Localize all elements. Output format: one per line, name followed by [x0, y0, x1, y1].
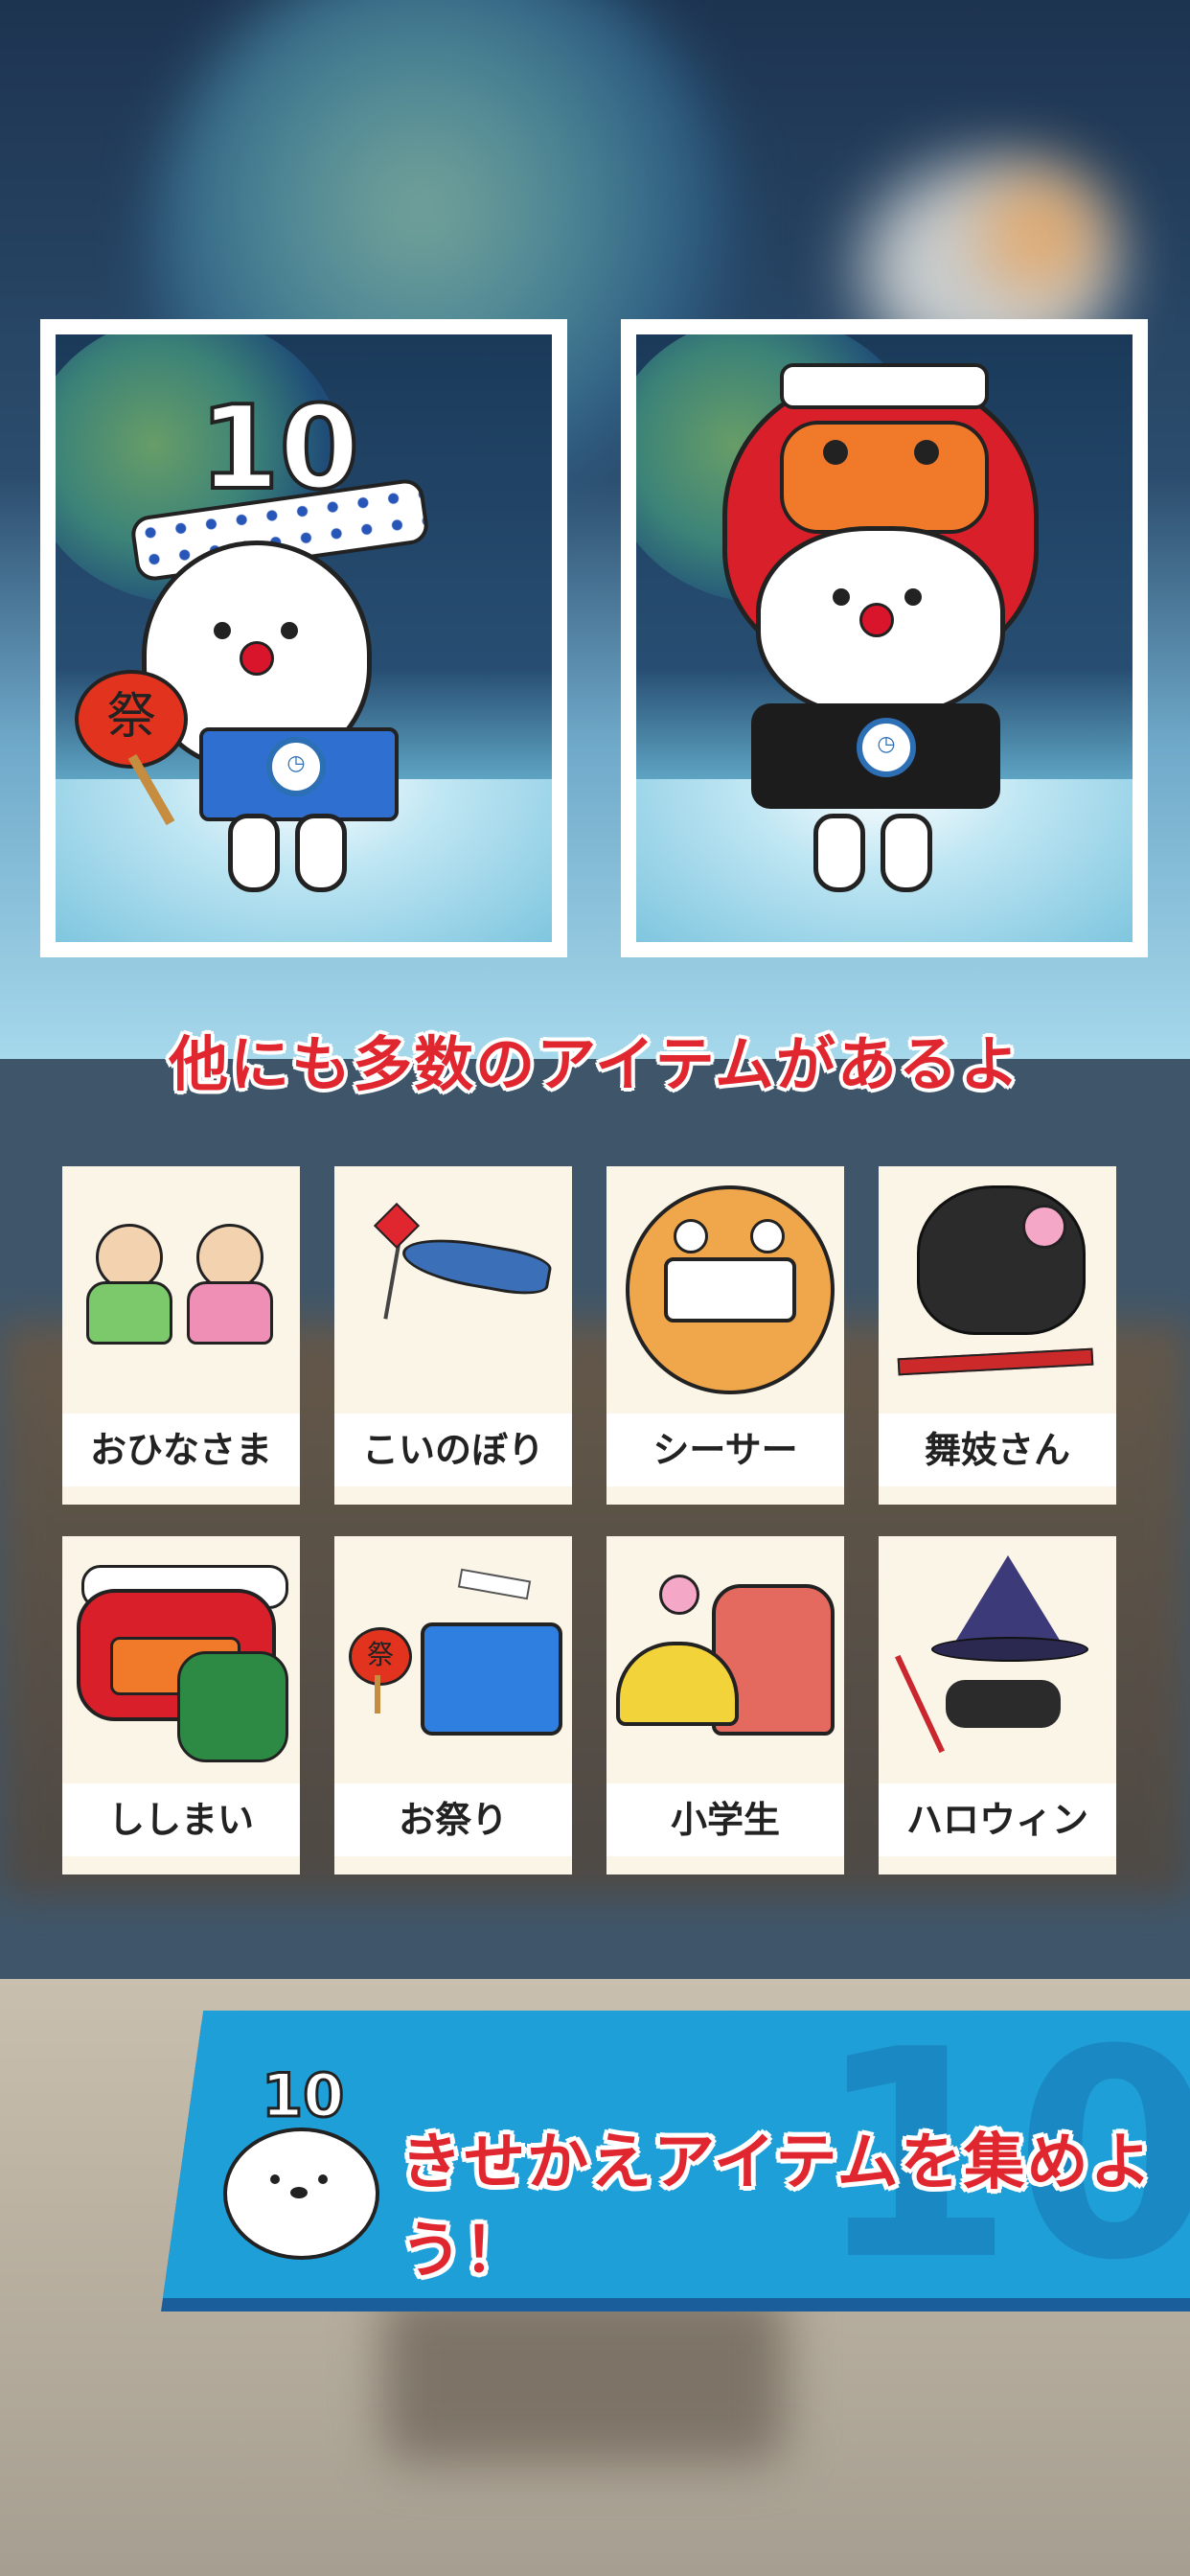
mascot-nose — [240, 641, 274, 676]
mascot-legs — [228, 814, 353, 892]
uchiwa-fan: 祭 — [75, 670, 188, 769]
item-label: 小学生 — [606, 1783, 844, 1856]
item-label: おひなさま — [62, 1414, 300, 1486]
mascot-badge: 10 — [260, 2059, 345, 2132]
background-bottom-card — [383, 2290, 786, 2463]
shisa-icon — [606, 1166, 844, 1415]
fan-kanji: 祭 — [105, 688, 156, 746]
koinobori-icon — [334, 1166, 572, 1415]
item-label: ししまい — [62, 1783, 300, 1856]
item-label: お祭り — [334, 1783, 572, 1856]
item-card-hina: おひなさま — [62, 1166, 300, 1505]
mascot-legs — [813, 814, 938, 892]
halloween-icon — [879, 1536, 1116, 1785]
mascot-eye — [214, 622, 231, 639]
hina-dolls-icon — [62, 1166, 300, 1415]
shishimai-hood-face — [780, 421, 989, 534]
item-card-festival: 祭 お祭り — [334, 1536, 572, 1874]
fan-kanji: 祭 — [366, 1639, 394, 1670]
shishimai-hair — [780, 363, 989, 409]
background-blob — [977, 172, 1102, 297]
item-label: 舞妓さん — [879, 1414, 1116, 1486]
item-card-schoolkid: 小学生 — [606, 1536, 844, 1874]
item-label: ハロウィン — [879, 1783, 1116, 1856]
item-label: シーサー — [606, 1414, 844, 1486]
collect-items-text: きせかえアイテムを集めよう！ — [400, 2128, 1154, 2287]
shishimai-icon — [62, 1536, 300, 1785]
item-label: こいのぼり — [334, 1414, 572, 1486]
schoolkid-icon — [606, 1536, 844, 1785]
mascot-eye — [281, 622, 298, 639]
costume-preview-shishimai: ◷ — [621, 319, 1148, 957]
headline-more-items: 他にも多数のアイテムがあるよ — [169, 1029, 1021, 1099]
festival-icon: 祭 — [334, 1536, 572, 1785]
stopwatch-icon: ◷ — [857, 718, 916, 777]
item-card-koinobori: こいのぼり — [334, 1166, 572, 1505]
mascot-nose — [859, 603, 894, 637]
item-card-shisa: シーサー — [606, 1166, 844, 1505]
hood-eye — [823, 440, 848, 465]
hood-eye — [914, 440, 939, 465]
mascot-face — [756, 526, 1005, 718]
maiko-icon — [879, 1166, 1116, 1415]
item-card-halloween: ハロウィン — [879, 1536, 1116, 1874]
item-card-maiko: 舞妓さん — [879, 1166, 1116, 1505]
costume-preview-festival: 10 ◷ 祭 — [40, 319, 567, 957]
stopwatch-icon: ◷ — [266, 737, 326, 796]
item-card-shishimai: ししまい — [62, 1536, 300, 1874]
mascot-icon: 10 — [218, 2059, 381, 2262]
